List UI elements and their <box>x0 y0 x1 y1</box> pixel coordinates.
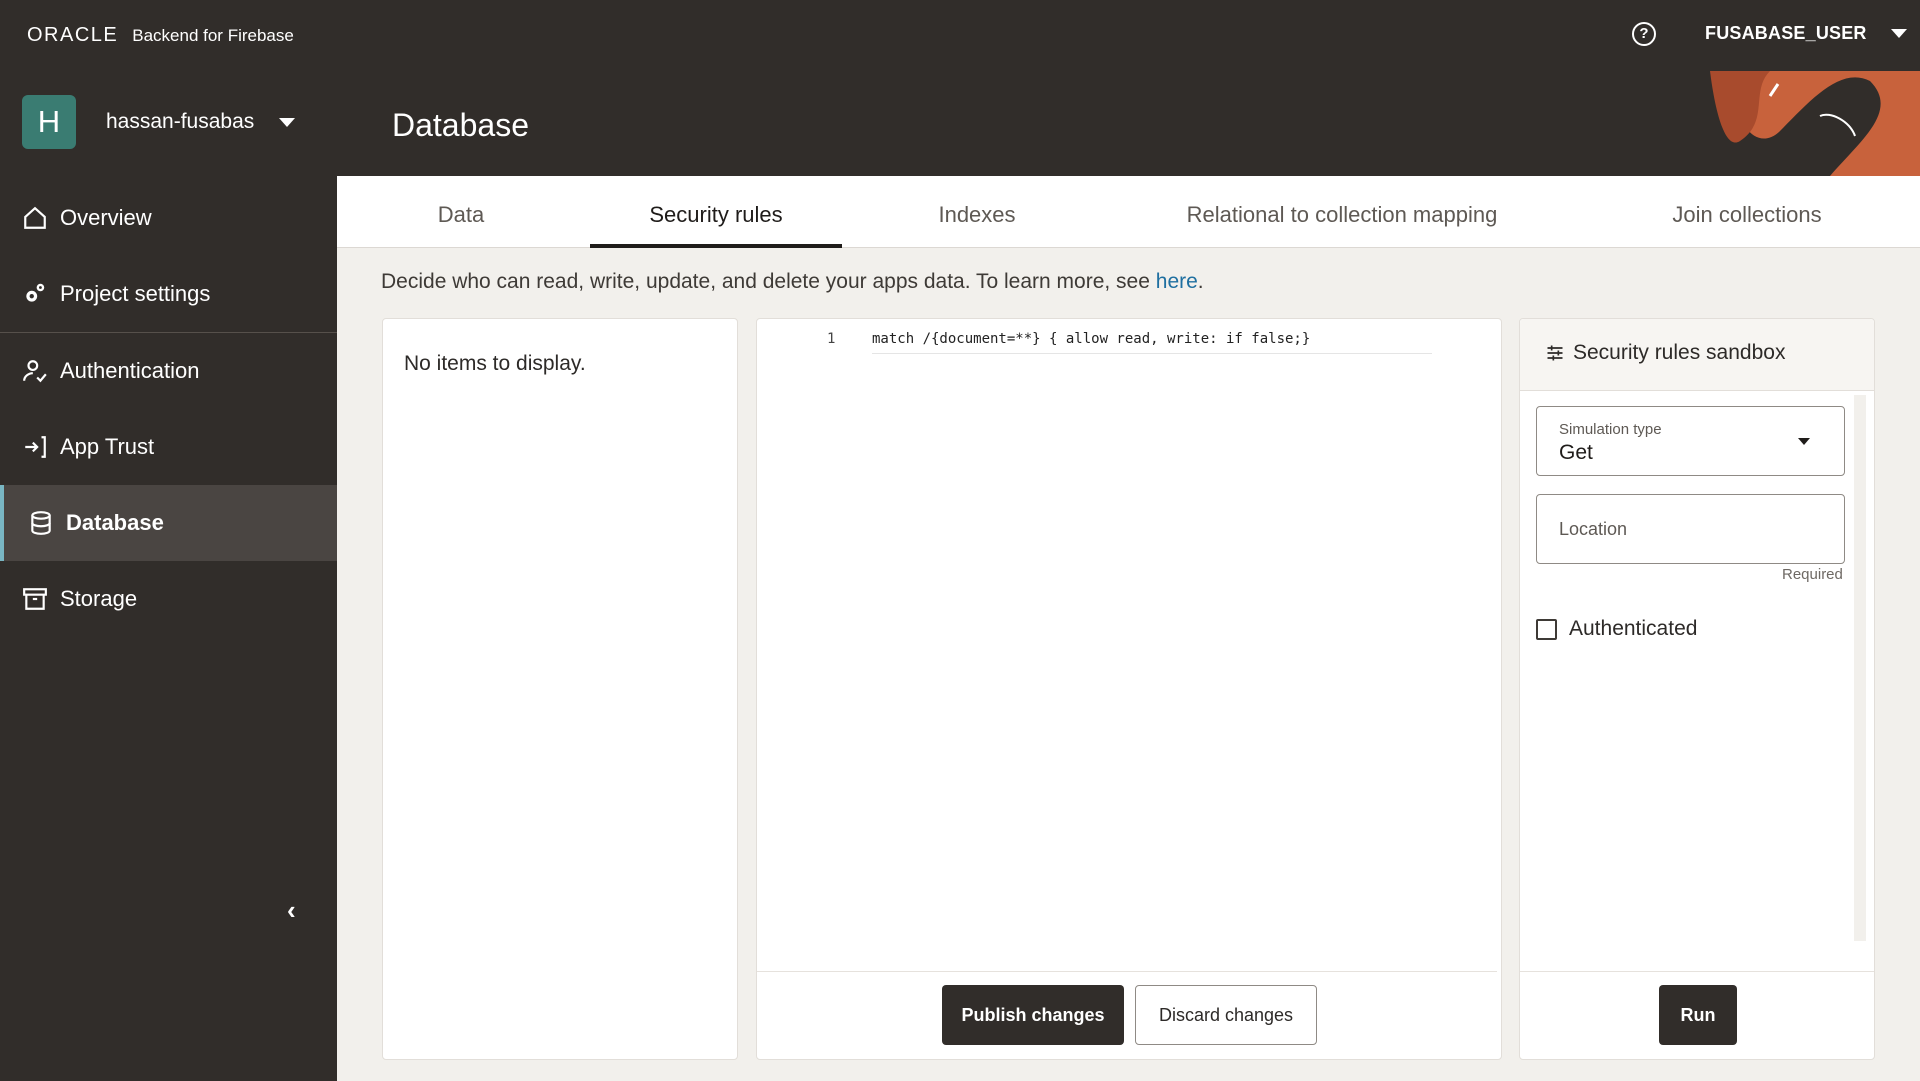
sidebar-item-label: Storage <box>60 586 138 611</box>
rules-history-panel: No items to display. <box>382 318 738 1060</box>
sandbox-panel: Security rules sandbox Simulation type G… <box>1519 318 1875 1060</box>
sandbox-title: Security rules sandbox <box>1545 341 1785 365</box>
sliders-icon <box>1547 345 1563 361</box>
page-title: Database <box>392 107 529 143</box>
tab-bar: Data Security rules Indexes Relational t… <box>337 176 1920 248</box>
authenticated-label: Authenticated <box>1569 617 1698 640</box>
sign-in-icon <box>25 436 46 458</box>
discard-changes-button[interactable]: Discard changes <box>1135 985 1317 1045</box>
sidebar-item-storage[interactable]: Storage <box>0 561 337 637</box>
tab-join-collections[interactable]: Join collections <box>1647 176 1847 248</box>
user-check-icon <box>23 360 47 383</box>
project-selector[interactable]: H hassan-fusabas <box>22 95 296 149</box>
project-name: hassan-fusabas <box>106 110 255 133</box>
learn-more-link[interactable]: here <box>1156 270 1198 293</box>
gears-icon <box>26 283 45 302</box>
help-icon[interactable]: ? <box>1632 22 1656 46</box>
product-name: Backend for Firebase <box>132 25 294 45</box>
tab-security-rules[interactable]: Security rules <box>590 176 842 248</box>
archive-icon <box>23 588 47 610</box>
line-number: 1 <box>827 331 836 347</box>
home-icon <box>24 206 46 229</box>
description-period: . <box>1197 270 1204 293</box>
rules-editor-panel: 1 match /{document=**} { allow read, wri… <box>756 318 1502 1060</box>
collapse-sidebar-icon[interactable]: ‹ <box>287 895 296 926</box>
simulation-type-select[interactable]: Simulation type Get <box>1536 406 1845 476</box>
sidebar: H hassan-fusabas Overview Project settin… <box>0 71 337 1081</box>
chevron-down-icon <box>1798 438 1810 445</box>
sidebar-item-app-trust[interactable]: App Trust <box>0 409 337 485</box>
page-header: Database <box>337 71 1920 176</box>
project-avatar: H <box>22 95 76 149</box>
top-bar: ORACLE Backend for Firebase ? FUSABASE_U… <box>0 0 1920 71</box>
tab-data[interactable]: Data <box>391 176 531 248</box>
user-menu[interactable]: FUSABASE_USER <box>1705 23 1907 44</box>
brand: ORACLE Backend for Firebase <box>27 24 294 47</box>
sidebar-item-label: Database <box>66 510 164 535</box>
chevron-down-icon <box>279 117 296 127</box>
checkbox-box[interactable] <box>1536 618 1557 640</box>
run-button[interactable]: Run <box>1659 985 1737 1045</box>
divider <box>757 971 1497 972</box>
sidebar-item-label: Authentication <box>60 358 200 383</box>
sidebar-item-authentication[interactable]: Authentication <box>0 333 337 409</box>
sidebar-item-label: Project settings <box>60 281 211 306</box>
header-decoration <box>1710 71 1920 176</box>
database-icon <box>31 511 51 535</box>
simulation-type-label: Simulation type <box>1559 421 1662 438</box>
tab-indexes[interactable]: Indexes <box>907 176 1047 248</box>
user-name: FUSABASE_USER <box>1705 23 1867 43</box>
authenticated-checkbox[interactable]: Authenticated <box>1536 617 1697 641</box>
sandbox-header: Security rules sandbox <box>1520 319 1874 391</box>
sidebar-item-project-settings[interactable]: Project settings <box>0 256 337 332</box>
sidebar-item-label: App Trust <box>60 434 155 459</box>
description-text: Decide who can read, write, update, and … <box>381 270 1150 293</box>
oracle-logo: ORACLE <box>27 24 119 46</box>
code-line[interactable]: match /{document=**} { allow read, write… <box>872 331 1432 354</box>
page-description: Decide who can read, write, update, and … <box>381 270 1204 294</box>
code-editor[interactable]: 1 match /{document=**} { allow read, wri… <box>757 319 1501 354</box>
sidebar-item-label: Overview <box>60 205 152 230</box>
location-placeholder: Location <box>1559 519 1628 539</box>
sidebar-nav: Overview Project settings Authentication… <box>0 180 337 637</box>
sidebar-item-database[interactable]: Database <box>0 485 337 561</box>
sandbox-title-text: Security rules sandbox <box>1573 341 1786 364</box>
tab-relational-mapping[interactable]: Relational to collection mapping <box>1167 176 1517 248</box>
divider <box>1520 971 1874 972</box>
simulation-type-value: Get <box>1559 441 1593 464</box>
required-hint: Required <box>1782 566 1843 583</box>
sandbox-scrollbar[interactable] <box>1854 395 1866 941</box>
location-input[interactable]: Location <box>1536 494 1845 564</box>
chevron-down-icon <box>1890 29 1907 38</box>
sidebar-item-overview[interactable]: Overview <box>0 180 337 256</box>
publish-changes-button[interactable]: Publish changes <box>942 985 1124 1045</box>
empty-message: No items to display. <box>404 352 586 375</box>
